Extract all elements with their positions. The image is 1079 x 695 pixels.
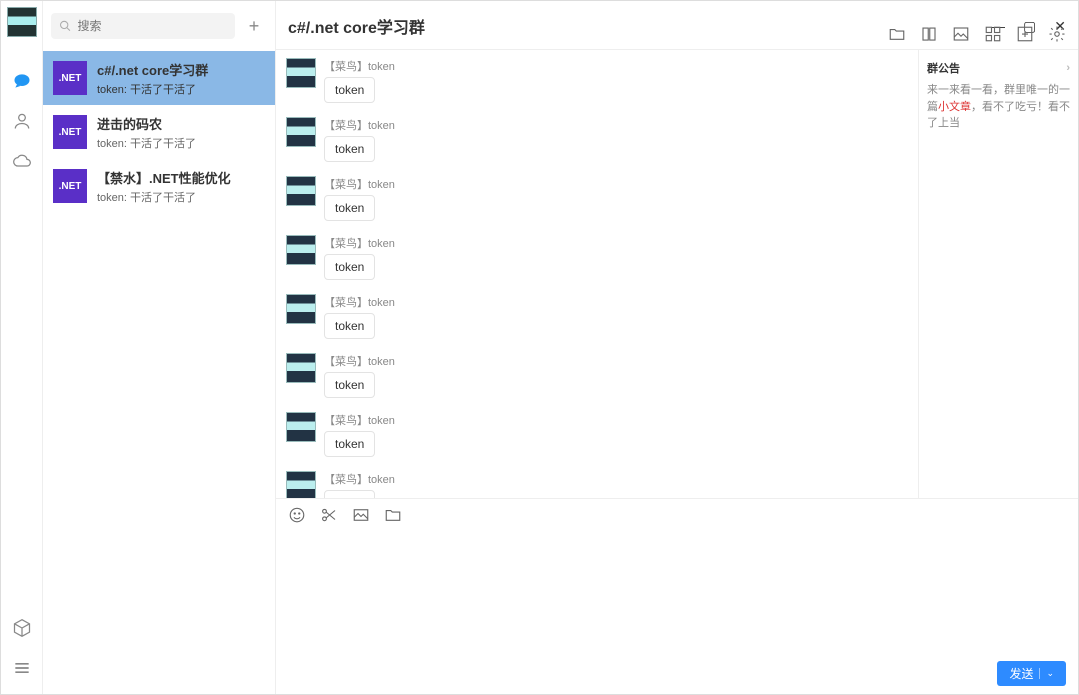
message-bubble: token: [324, 372, 375, 398]
message-sender: 【菜鸟】token: [324, 471, 395, 487]
cloud-icon[interactable]: [10, 149, 34, 173]
message-avatar[interactable]: [286, 235, 316, 265]
message-row: 【菜鸟】token token: [286, 117, 908, 162]
message-input[interactable]: [288, 537, 1066, 649]
header-toolbar: [276, 25, 1078, 49]
message-row: 【菜鸟】token token: [286, 471, 908, 498]
input-toolbar: [276, 499, 1078, 533]
message-sender: 【菜鸟】token: [324, 353, 395, 369]
announcement-body: 来一来看一看，群里唯一的一篇小文章，看不了吃亏！看不了上当: [927, 82, 1070, 132]
message-row: 【菜鸟】token token: [286, 294, 908, 339]
chevron-down-icon[interactable]: ⌄: [1039, 668, 1054, 679]
input-area: 发送 ⌄: [276, 498, 1078, 694]
message-sender: 【菜鸟】token: [324, 176, 395, 192]
message-bubble: token: [324, 490, 375, 498]
group-avatar: .NET: [53, 115, 87, 149]
message-avatar[interactable]: [286, 58, 316, 88]
contacts-icon[interactable]: [10, 109, 34, 133]
chevron-right-icon[interactable]: ›: [1066, 62, 1070, 74]
chat-icon[interactable]: [10, 69, 34, 93]
message-sender: 【菜鸟】token: [324, 412, 395, 428]
message-bubble: token: [324, 136, 375, 162]
conversation-item[interactable]: .NET 进击的码农 token: 干活了干活了: [43, 105, 275, 159]
image-icon[interactable]: [952, 25, 970, 43]
user-avatar[interactable]: [7, 7, 37, 37]
chat-body: 【菜鸟】token token 【菜鸟】token token 【菜鸟】token tok…: [276, 49, 1078, 498]
message-sender: 【菜鸟】token: [324, 58, 395, 74]
search-row: +: [43, 1, 275, 51]
search-box[interactable]: [51, 13, 235, 39]
emoji-icon[interactable]: [288, 506, 306, 527]
message-bubble: token: [324, 77, 375, 103]
apps-icon[interactable]: [984, 25, 1002, 43]
conversation-title: 【禁水】.NET性能优化: [97, 168, 265, 187]
box-icon[interactable]: [10, 616, 34, 640]
message-row: 【菜鸟】token token: [286, 235, 908, 280]
message-avatar[interactable]: [286, 176, 316, 206]
scissors-icon[interactable]: [320, 506, 338, 527]
conversation-preview: token: 干活了干活了: [97, 189, 265, 205]
send-button[interactable]: 发送 ⌄: [997, 661, 1066, 686]
book-icon[interactable]: [920, 25, 938, 43]
message-input-wrapper: [276, 533, 1078, 653]
add-square-icon[interactable]: [1016, 25, 1034, 43]
message-row: 【菜鸟】token token: [286, 353, 908, 398]
message-bubble: token: [324, 313, 375, 339]
message-sender: 【菜鸟】token: [324, 117, 395, 133]
message-avatar[interactable]: [286, 294, 316, 324]
conversation-title: 进击的码农: [97, 114, 265, 133]
conversation-item[interactable]: .NET c#/.net core学习群 token: 干活了干活了: [43, 51, 275, 105]
announcement-title: 群公告 ›: [927, 60, 1070, 76]
message-row: 【菜鸟】token token: [286, 58, 908, 103]
add-button[interactable]: +: [241, 13, 267, 39]
message-row: 【菜鸟】token token: [286, 176, 908, 221]
menu-icon[interactable]: [10, 656, 34, 680]
search-input[interactable]: [77, 19, 227, 33]
conversation-panel: + .NET c#/.net core学习群 token: 干活了干活了 .NET 进击…: [43, 1, 276, 694]
message-bubble: token: [324, 431, 375, 457]
message-avatar[interactable]: [286, 353, 316, 383]
conversation-list: .NET c#/.net core学习群 token: 干活了干活了 .NET 进击的码…: [43, 51, 275, 694]
settings-icon[interactable]: [1048, 25, 1066, 43]
message-row: 【菜鸟】token token: [286, 412, 908, 457]
message-sender: 【菜鸟】token: [324, 294, 395, 310]
conversation-item[interactable]: .NET 【禁水】.NET性能优化 token: 干活了干活了: [43, 159, 275, 213]
group-avatar: .NET: [53, 169, 87, 203]
message-avatar[interactable]: [286, 471, 316, 498]
folder-icon[interactable]: [888, 25, 906, 43]
conversation-preview: token: 干活了干活了: [97, 81, 265, 97]
message-list: 【菜鸟】token token 【菜鸟】token token 【菜鸟】token tok…: [276, 50, 918, 498]
chat-panel: c#/.net core学习群 — ▢ ✕ 【菜鸟】tokentoken【菜鸟】…: [276, 1, 1078, 694]
conversation-preview: token: 干活了干活了: [97, 135, 265, 151]
message-bubble: token: [324, 195, 375, 221]
image-tool-icon[interactable]: [352, 506, 370, 527]
message-sender: 【菜鸟】token: [324, 235, 395, 251]
file-tool-icon[interactable]: [384, 506, 402, 527]
nav-bar: [1, 1, 43, 694]
message-avatar[interactable]: [286, 117, 316, 147]
group-avatar: .NET: [53, 61, 87, 95]
message-bubble: token: [324, 254, 375, 280]
search-icon: [59, 19, 71, 33]
announcement-panel: 群公告 › 来一来看一看，群里唯一的一篇小文章，看不了吃亏！看不了上当: [918, 50, 1078, 498]
send-row: 发送 ⌄: [276, 653, 1078, 694]
conversation-title: c#/.net core学习群: [97, 60, 265, 79]
message-avatar[interactable]: [286, 412, 316, 442]
